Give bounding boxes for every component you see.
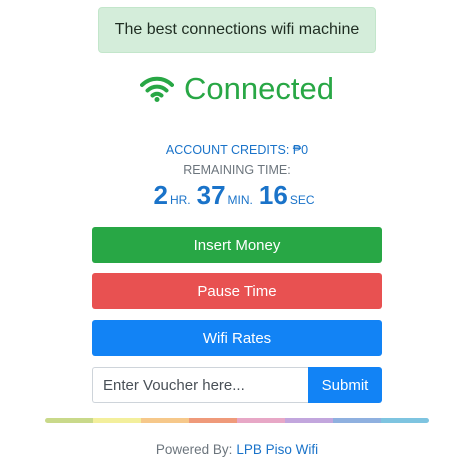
wifi-rates-button[interactable]: Wifi Rates [92,320,382,356]
welcome-banner: The best connections wifi machine [98,7,376,53]
timer-seconds-unit: SEC [289,193,315,207]
submit-button[interactable]: Submit [308,367,382,403]
rainbow-segment [237,418,285,423]
rainbow-segment [189,418,237,423]
portal-page: The best connections wifi machine Connec… [0,0,474,474]
insert-money-button[interactable]: Insert Money [92,227,382,263]
remaining-time-label: REMAINING TIME: [183,163,291,177]
pause-time-button[interactable]: Pause Time [92,273,382,309]
connection-status: Connected [0,68,474,110]
footer: Powered By: LPB Piso Wifi [0,442,474,457]
timer-hours-unit: HR. [169,193,191,207]
timer-seconds: 16 [258,180,288,210]
timer-minutes-unit: MIN. [227,193,253,207]
voucher-input[interactable] [92,367,308,403]
banner-text: The best connections wifi machine [114,21,360,38]
rainbow-segment [93,418,141,423]
rainbow-segment [381,418,429,423]
rainbow-divider [45,418,429,423]
rainbow-segment [285,418,333,423]
voucher-form: Submit [92,367,382,403]
remaining-time: 2 HR. 37 MIN. 16 SEC [0,180,474,216]
rainbow-segment [141,418,189,423]
rainbow-segment [45,418,93,423]
rainbow-segment [333,418,381,423]
wifi-icon [140,76,175,102]
footer-link[interactable]: LPB Piso Wifi [236,442,318,457]
account-credits: ACCOUNT CREDITS: ₱0 [165,143,309,157]
footer-prefix: Powered By: [155,442,233,457]
timer-hours: 2 [153,180,168,210]
status-text: Connected [184,71,334,106]
timer-minutes: 37 [196,180,226,210]
